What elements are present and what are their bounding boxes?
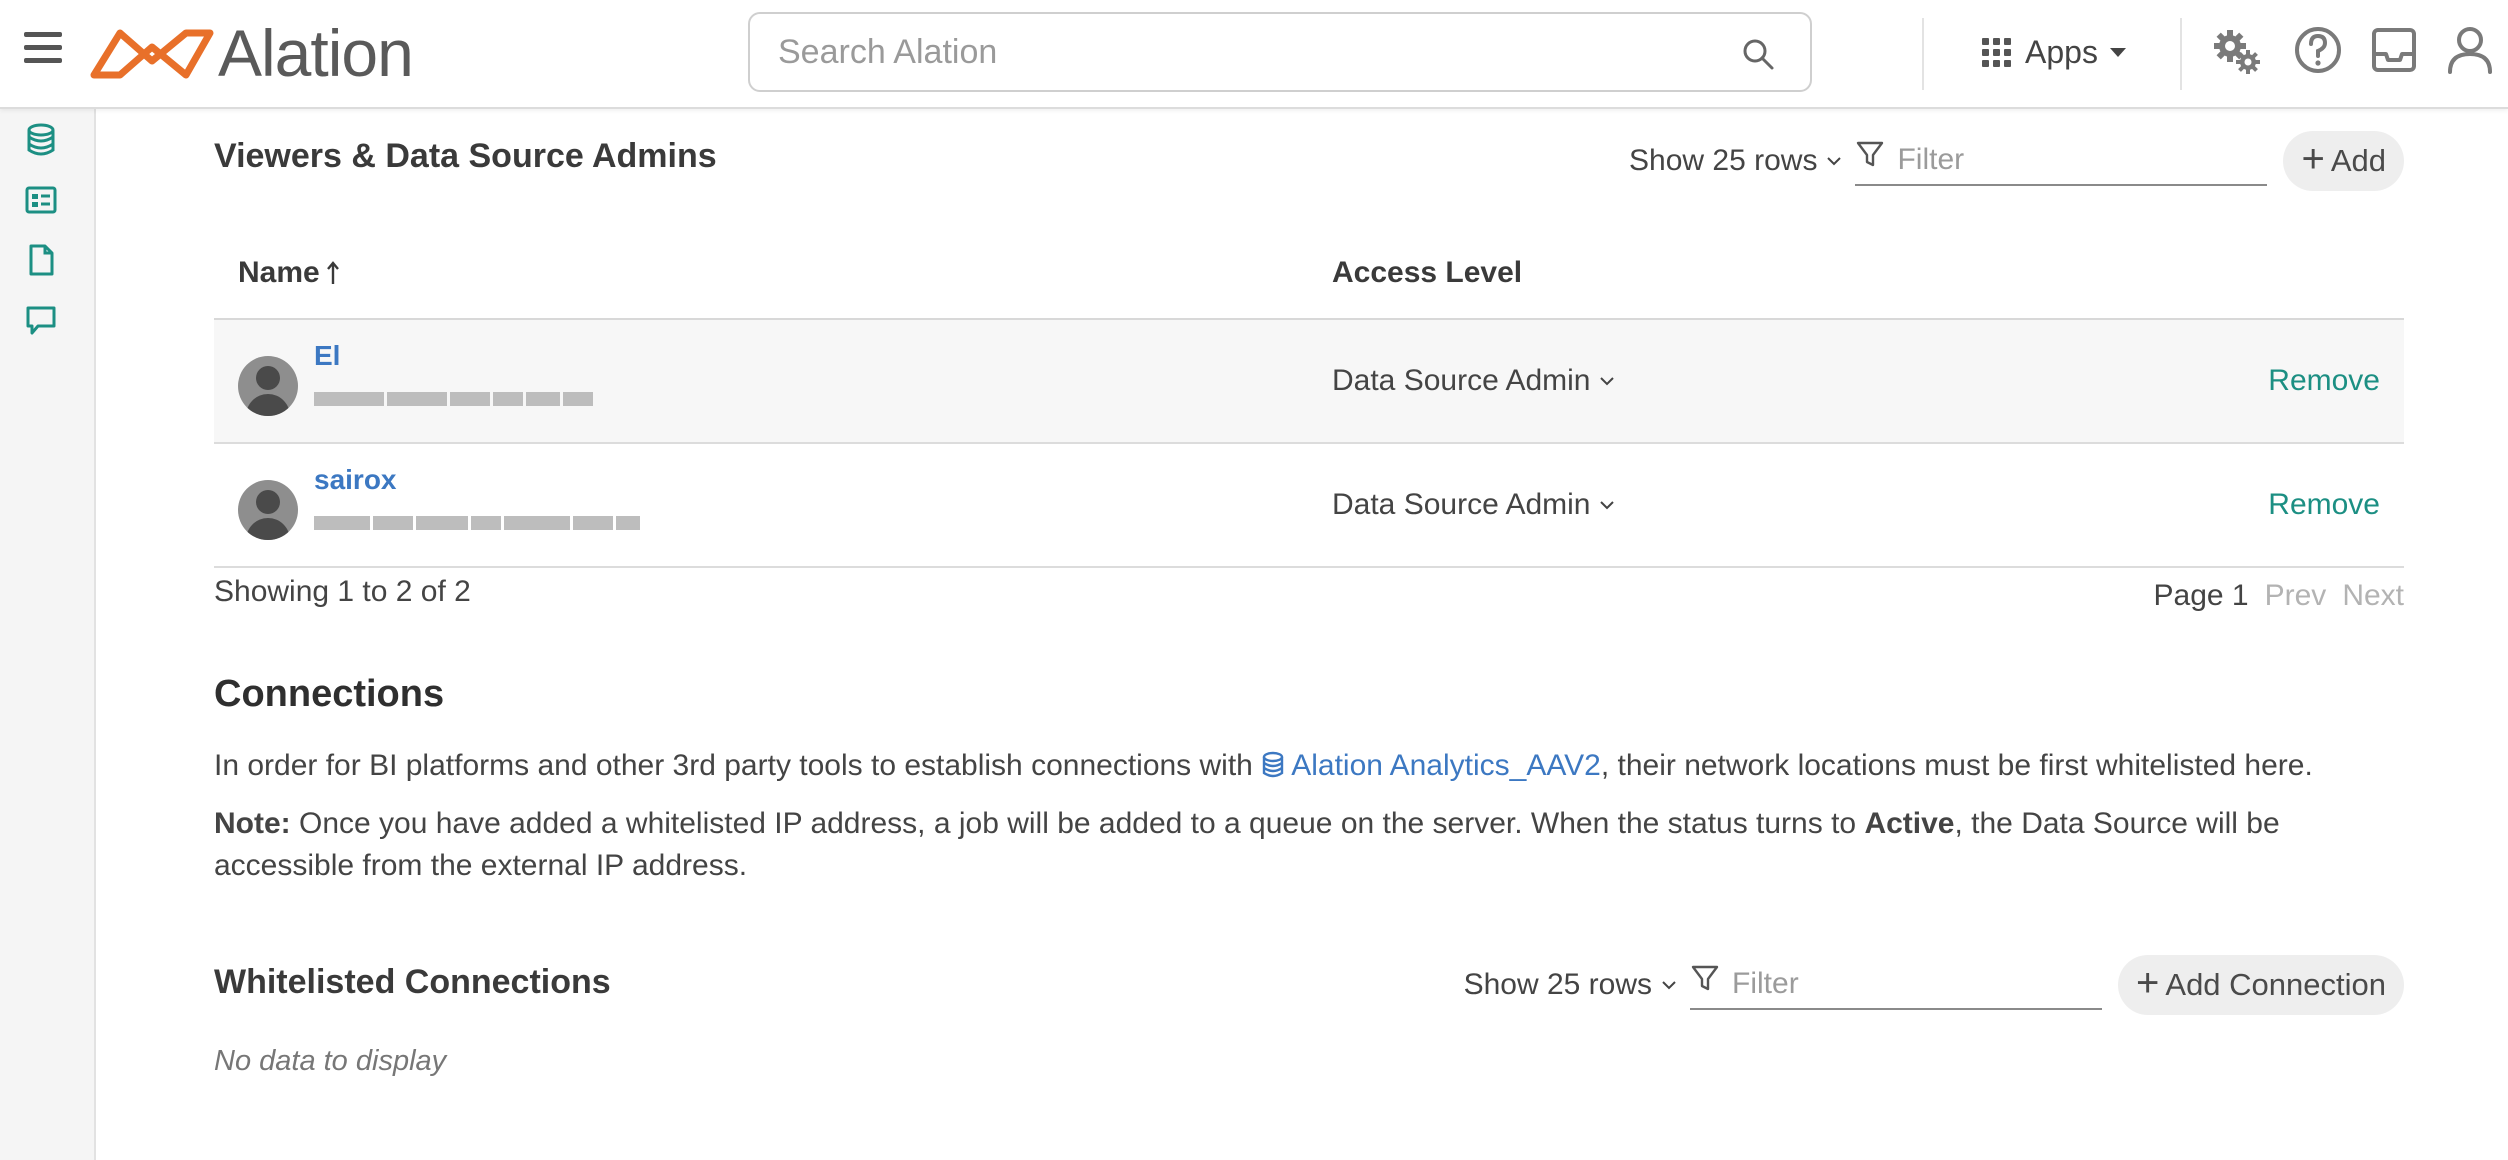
access-level-column-header: Access Level xyxy=(1332,256,1522,290)
intro-text: In order for BI platforms and other 3rd … xyxy=(214,749,1262,782)
global-search xyxy=(748,12,1812,92)
user-email-redacted xyxy=(314,514,640,532)
menu-icon[interactable] xyxy=(24,32,62,64)
database-icon xyxy=(1263,751,1284,778)
add-viewer-button[interactable]: + Add xyxy=(2283,131,2404,191)
apps-grid-icon xyxy=(1982,37,2011,67)
datasource-link-label: Alation Analytics_AAV2 xyxy=(1291,749,1601,782)
sort-ascending-icon xyxy=(326,261,339,284)
divider xyxy=(1922,18,1924,90)
filter-icon xyxy=(1857,141,1884,167)
name-column-header[interactable]: Name xyxy=(238,256,340,290)
viewers-toolbar: Show 25 rows + Add xyxy=(1629,131,2404,191)
show-rows-label: Show 25 rows xyxy=(1463,968,1653,1001)
connections-intro: In order for BI platforms and other 3rd … xyxy=(214,745,2404,787)
name-column-label: Name xyxy=(238,256,320,289)
intro-text-end: , their network locations must be first … xyxy=(1600,749,2313,782)
datasource-link[interactable]: Alation Analytics_AAV2 xyxy=(1261,749,1601,782)
chevron-down-icon xyxy=(1827,157,1842,166)
user-icon[interactable] xyxy=(2442,22,2498,78)
user-name-link[interactable]: El xyxy=(314,340,340,372)
catalog-card-icon[interactable] xyxy=(24,183,58,217)
whitelisted-toolbar: Show 25 rows + Add Connection xyxy=(1464,955,2404,1015)
alation-logo[interactable]: Alation xyxy=(90,16,414,90)
pagination: Page 1 Prev Next xyxy=(2154,579,2404,613)
whitelisted-filter-input[interactable] xyxy=(1732,967,2103,1001)
viewers-section-title: Viewers & Data Source Admins xyxy=(214,137,717,175)
chevron-down-icon xyxy=(1600,377,1615,386)
viewers-filter xyxy=(1855,136,2268,186)
show-rows-dropdown[interactable]: Show 25 rows xyxy=(1629,144,1843,178)
note-label: Note: xyxy=(214,807,291,840)
remove-link[interactable]: Remove xyxy=(2268,488,2380,522)
access-level-value: Data Source Admin xyxy=(1332,488,1591,521)
add-connection-button[interactable]: + Add Connection xyxy=(2118,955,2404,1015)
table-header: Name Access Level xyxy=(214,234,2404,320)
remove-link[interactable]: Remove xyxy=(2268,364,2380,398)
table-row: sairox Data Source Admin Remove xyxy=(214,444,2404,568)
inbox-icon[interactable] xyxy=(2366,22,2422,78)
alation-logo-mark-icon xyxy=(90,29,214,79)
viewers-filter-input[interactable] xyxy=(1897,143,2268,177)
add-connection-label: Add Connection xyxy=(2165,967,2386,1002)
caret-down-icon xyxy=(2109,47,2126,57)
access-level-dropdown[interactable]: Data Source Admin xyxy=(1332,364,1616,398)
show-rows-dropdown[interactable]: Show 25 rows xyxy=(1464,968,1678,1002)
search-input[interactable] xyxy=(778,26,1678,78)
search-icon[interactable] xyxy=(1740,36,1776,72)
access-level-column-label: Access Level xyxy=(1332,256,1523,289)
help-icon[interactable] xyxy=(2290,22,2346,78)
whitelisted-section-title: Whitelisted Connections xyxy=(214,963,611,1001)
avatar xyxy=(238,480,298,540)
note-text: Once you have added a whitelisted IP add… xyxy=(290,807,1865,840)
apps-label: Apps xyxy=(2025,33,2098,70)
whitelisted-filter xyxy=(1690,960,2103,1010)
note-status-active: Active xyxy=(1864,807,1955,840)
database-icon[interactable] xyxy=(24,123,58,157)
filter-icon xyxy=(1691,965,1719,991)
access-level-value: Data Source Admin xyxy=(1332,364,1591,397)
settings-gears-icon[interactable] xyxy=(2210,22,2266,78)
plus-icon: + xyxy=(2301,137,2325,181)
chevron-down-icon xyxy=(1600,501,1615,510)
avatar xyxy=(238,356,298,416)
document-icon[interactable] xyxy=(24,243,58,277)
access-level-dropdown[interactable]: Data Source Admin xyxy=(1332,488,1616,522)
user-email-redacted xyxy=(314,390,593,408)
table-row: El Data Source Admin Remove xyxy=(214,320,2404,444)
connections-note: Note: Once you have added a whitelisted … xyxy=(214,803,2404,887)
top-navigation-bar: Alation Apps xyxy=(0,0,2508,109)
page-indicator: Page 1 xyxy=(2153,579,2249,612)
prev-button[interactable]: Prev xyxy=(2265,579,2327,613)
connections-section-title: Connections xyxy=(214,673,445,715)
empty-state-text: No data to display xyxy=(214,1045,447,1077)
next-button[interactable]: Next xyxy=(2342,579,2404,613)
chevron-down-icon xyxy=(1662,981,1676,990)
user-name-link[interactable]: sairox xyxy=(314,464,397,496)
plus-icon: + xyxy=(2136,961,2160,1005)
divider xyxy=(2180,18,2182,90)
add-label: Add xyxy=(2330,143,2386,178)
logo-text: Alation xyxy=(218,16,414,90)
apps-menu-button[interactable]: Apps xyxy=(1982,28,2126,76)
viewers-table: Name Access Level El Data Source Admin R… xyxy=(214,234,2404,568)
conversation-icon[interactable] xyxy=(24,303,58,337)
left-sidebar xyxy=(0,109,96,1160)
showing-count: Showing 1 to 2 of 2 xyxy=(214,575,471,608)
show-rows-label: Show 25 rows xyxy=(1629,144,1818,177)
